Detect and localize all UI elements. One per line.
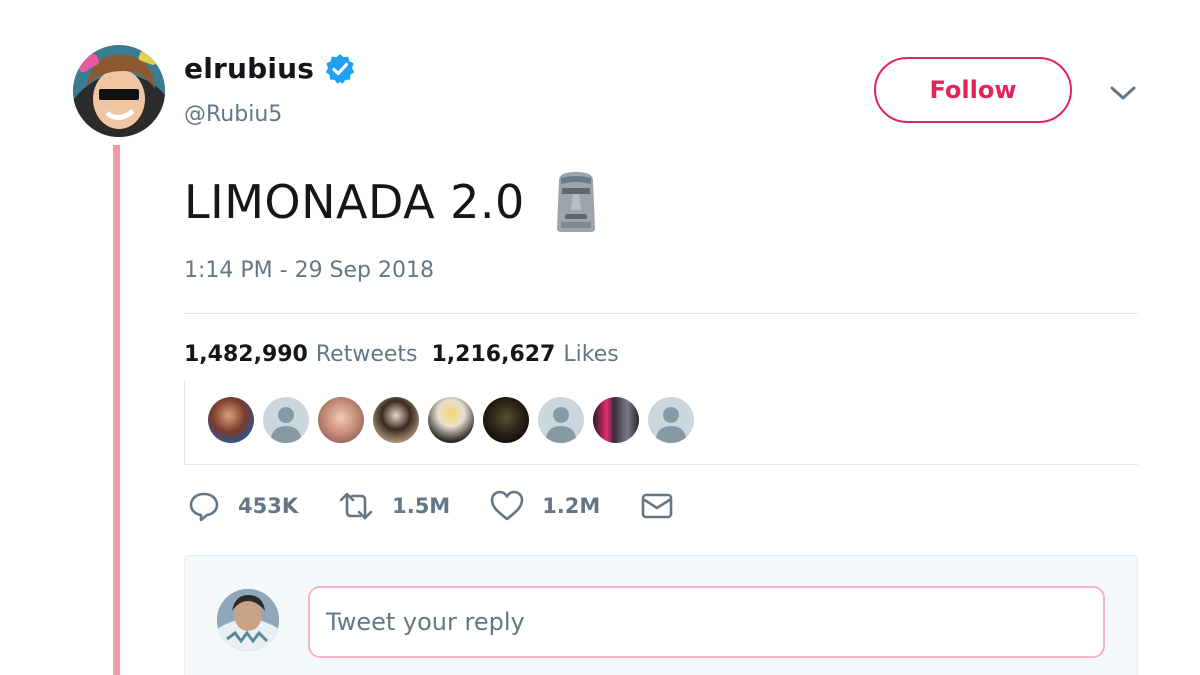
tweet-stats: 1,482,990 Retweets 1,216,627 Likes (184, 342, 619, 367)
reply-button[interactable]: 453K (188, 490, 298, 522)
follow-button[interactable]: Follow (874, 57, 1072, 123)
liker-avatar[interactable] (593, 397, 639, 443)
reply-input[interactable] (308, 586, 1105, 658)
like-button[interactable]: 1.2M (490, 490, 600, 522)
moai-icon (556, 172, 595, 232)
likes-stat[interactable]: 1,216,627 Likes (432, 342, 619, 367)
reply-count: 453K (238, 494, 299, 518)
author-display-name[interactable]: elrubius (184, 52, 314, 85)
reply-icon (189, 492, 219, 522)
tweet-timestamp[interactable]: 1:14 PM - 29 Sep 2018 (184, 258, 434, 283)
like-count: 1.2M (542, 494, 601, 518)
liker-avatar-default[interactable] (263, 397, 309, 443)
reply-composer (184, 555, 1138, 675)
thread-line (113, 145, 120, 675)
envelope-icon (642, 493, 673, 519)
tweet-text-content: LIMONADA 2.0 (184, 175, 525, 229)
retweet-icon (339, 492, 373, 520)
current-user-avatar (217, 589, 279, 651)
liker-avatar[interactable] (373, 397, 419, 443)
chevron-down-icon[interactable] (1108, 82, 1138, 104)
retweet-button[interactable]: 1.5M (338, 490, 450, 522)
liker-avatar[interactable] (318, 397, 364, 443)
divider-bottom (184, 464, 1138, 465)
liker-avatar[interactable] (208, 397, 254, 443)
author-avatar[interactable] (73, 45, 165, 137)
verified-badge-icon (325, 53, 355, 84)
tweet-text: LIMONADA 2.0 (184, 170, 601, 234)
tweet-actions: 453K 1.5M 1.2M (188, 490, 732, 522)
divider-top (184, 313, 1138, 314)
likers-avatars (184, 380, 1144, 464)
liker-avatar-default[interactable] (648, 397, 694, 443)
retweet-count: 1.5M (392, 494, 451, 518)
retweets-label: Retweets (315, 342, 418, 367)
tweet-page: elrubius @Rubiu5 Follow LIMONADA 2.0 1:1… (0, 0, 1200, 675)
likes-count: 1,216,627 (431, 342, 556, 367)
direct-message-button[interactable] (640, 491, 692, 521)
likes-label: Likes (563, 342, 619, 367)
heart-icon (490, 490, 524, 521)
retweets-count: 1,482,990 (184, 342, 308, 367)
liker-avatar[interactable] (483, 397, 529, 443)
author-name-row: elrubius (184, 52, 356, 85)
liker-avatar-default[interactable] (538, 397, 584, 443)
retweets-stat[interactable]: 1,482,990 Retweets (184, 342, 418, 367)
author-handle[interactable]: @Rubiu5 (184, 102, 282, 127)
liker-avatar[interactable] (428, 397, 474, 443)
